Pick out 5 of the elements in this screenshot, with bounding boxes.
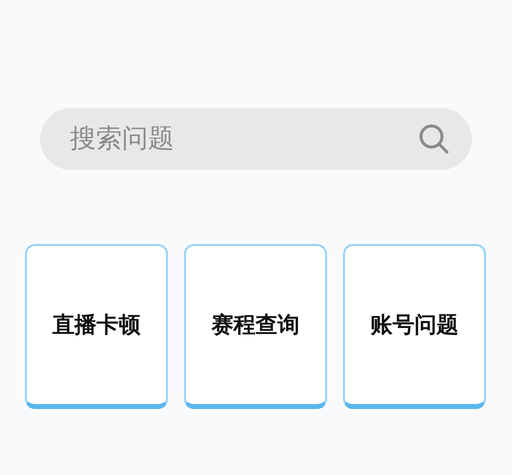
category-card[interactable]: 直播卡顿 [25, 244, 168, 409]
category-card[interactable]: 账号问题 [343, 244, 486, 409]
search-field[interactable]: 搜索问题 [40, 108, 472, 170]
category-card[interactable]: 赛程查询 [184, 244, 327, 409]
search-icon[interactable] [418, 123, 450, 155]
